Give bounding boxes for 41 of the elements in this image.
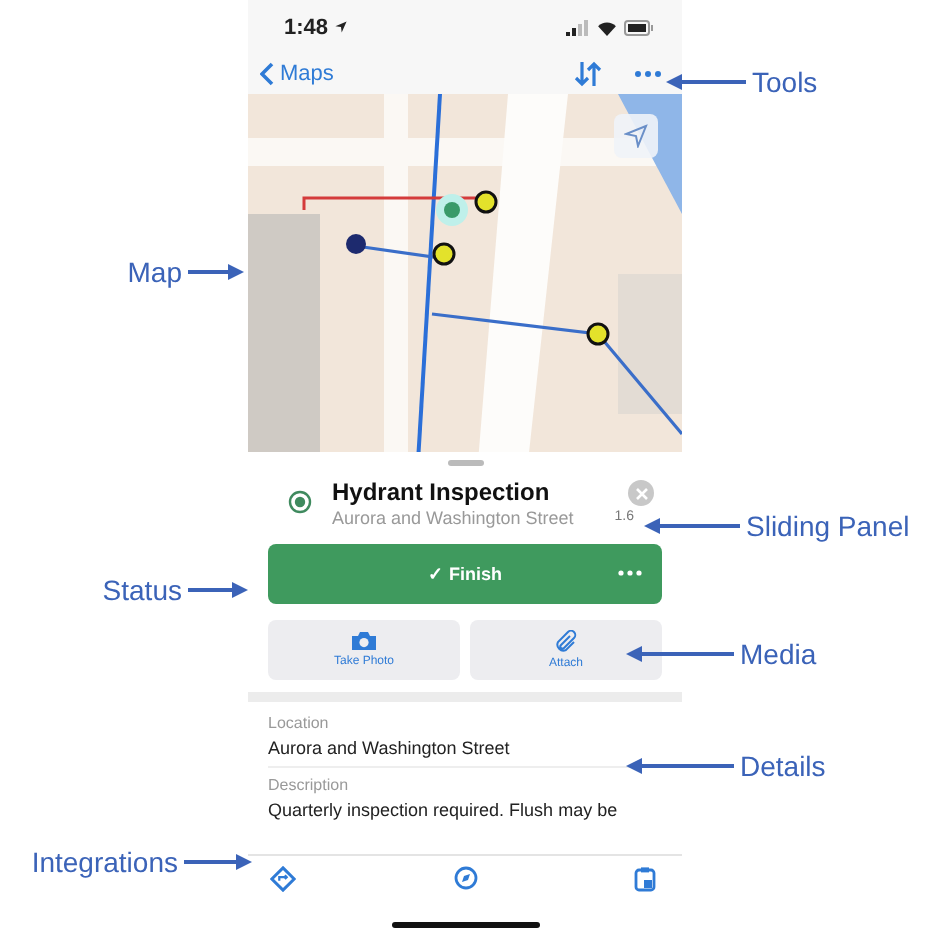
more-icon[interactable] xyxy=(634,69,662,78)
status-icon xyxy=(288,490,312,515)
paperclip-icon xyxy=(554,629,578,654)
sort-icon[interactable] xyxy=(574,59,602,88)
finish-button[interactable]: ✓ Finish xyxy=(268,543,662,604)
compass-icon[interactable] xyxy=(453,866,477,891)
feature-address: Aurora and Washington Street xyxy=(332,507,576,528)
field-value: Aurora and Washington Street xyxy=(268,737,512,758)
more-icon[interactable] xyxy=(618,569,642,576)
callout-label: Media xyxy=(740,638,817,670)
diamond-arrow-icon[interactable] xyxy=(270,865,296,892)
status-time: 1:48 xyxy=(284,15,329,40)
callout-label: Map xyxy=(127,256,182,288)
field-label: Location xyxy=(268,713,331,732)
wifi-icon xyxy=(596,19,618,36)
field-label: Description xyxy=(268,775,351,794)
arrow xyxy=(666,74,746,90)
arrow xyxy=(626,646,734,662)
clipboard-icon[interactable] xyxy=(634,865,656,892)
camera-icon xyxy=(350,630,378,653)
drag-handle[interactable] xyxy=(447,459,483,466)
location-icon xyxy=(334,20,349,35)
arrow xyxy=(188,264,244,280)
chevron-left-icon xyxy=(260,61,274,86)
battery-icon xyxy=(624,19,654,36)
feature-title: Hydrant Inspection xyxy=(332,477,552,506)
arrow xyxy=(626,758,734,774)
signal-icon xyxy=(566,19,590,36)
callout-label: Status xyxy=(102,574,182,606)
arrow xyxy=(188,582,248,598)
navigation-arrow-icon xyxy=(624,123,648,148)
close-icon xyxy=(635,487,647,500)
callout-label: Tools xyxy=(752,66,818,98)
locate-button[interactable] xyxy=(614,113,658,158)
arrow xyxy=(184,854,252,870)
arrow xyxy=(644,518,740,534)
back-button[interactable]: Maps xyxy=(260,61,334,86)
callout-label: Sliding Panel xyxy=(746,510,910,542)
callout-label: Details xyxy=(740,750,826,782)
callout-label: Integrations xyxy=(31,846,178,878)
field-value: Quarterly inspection required. Flush may be xyxy=(268,799,620,820)
